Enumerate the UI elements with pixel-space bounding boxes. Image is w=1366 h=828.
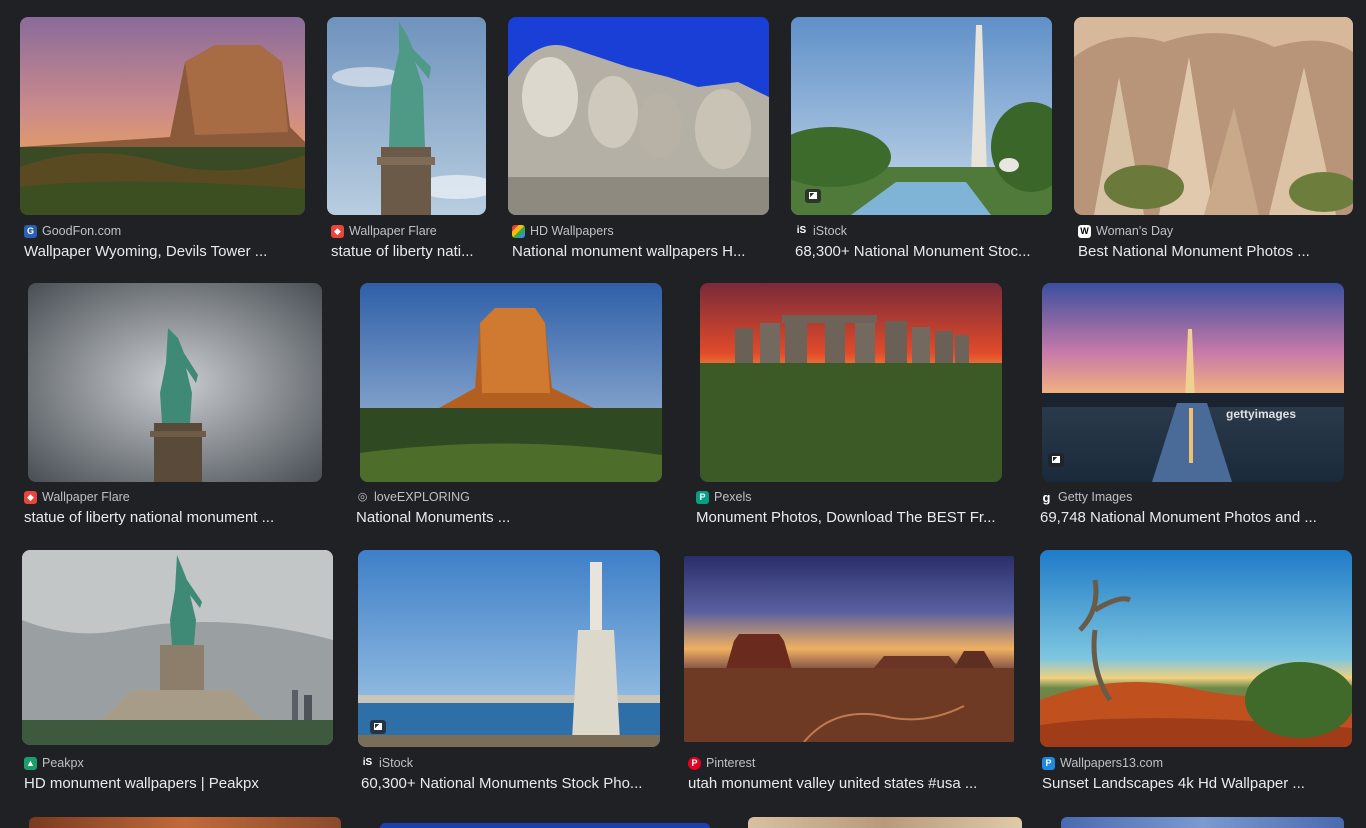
result-title[interactable]: Best National Monument Photos ... bbox=[1078, 243, 1353, 263]
image-results-grid: G GoodFon.com Wallpaper Wyoming, Devils … bbox=[0, 0, 1366, 828]
result-source-name: Wallpapers13.com bbox=[1060, 756, 1164, 770]
result-card-devils-tower-2[interactable]: ◎ loveEXPLORING National Monuments ... bbox=[352, 283, 664, 533]
result-source-name: Woman's Day bbox=[1096, 224, 1174, 238]
result-source-name: Getty Images bbox=[1058, 490, 1133, 504]
result-card-cabrillo-monument[interactable]: iS iStock 60,300+ National Monuments Sto… bbox=[357, 550, 663, 800]
result-card-colorado-monument[interactable]: P Wallpapers13.com Sunset Landscapes 4k … bbox=[1038, 550, 1356, 800]
result-title[interactable]: statue of liberty national monument ... bbox=[24, 509, 324, 529]
result-title[interactable]: Monument Photos, Download The BEST Fr... bbox=[696, 509, 1030, 529]
result-source-name: Peakpx bbox=[42, 756, 84, 770]
result-source: HD Wallpapers bbox=[512, 223, 614, 239]
result-title[interactable]: 60,300+ National Monuments Stock Pho... bbox=[361, 775, 661, 795]
result-thumbnail[interactable] bbox=[360, 283, 662, 482]
result-title[interactable]: National Monuments ... bbox=[356, 509, 656, 529]
result-card-devils-tower[interactable]: G GoodFon.com Wallpaper Wyoming, Devils … bbox=[20, 17, 310, 267]
result-source: G GoodFon.com bbox=[24, 223, 121, 239]
result-source-name: Pinterest bbox=[706, 756, 756, 770]
result-source: iS iStock bbox=[795, 223, 847, 239]
peakpx-icon: ▲ bbox=[24, 756, 37, 770]
image-badge-icon bbox=[370, 720, 386, 734]
wallpaper-flare-icon: ◆ bbox=[24, 490, 37, 504]
result-thumbnail[interactable] bbox=[791, 17, 1052, 215]
result-thumbnail-partial[interactable] bbox=[748, 817, 1022, 828]
result-source-name: iStock bbox=[379, 756, 414, 770]
result-title[interactable]: utah monument valley united states #usa … bbox=[688, 775, 1018, 795]
result-source-name: Wallpaper Flare bbox=[42, 490, 130, 504]
result-thumbnail[interactable] bbox=[684, 556, 1014, 742]
result-source: ▲ Peakpx bbox=[24, 755, 84, 771]
istock-icon: iS bbox=[361, 756, 374, 770]
result-source: g Getty Images bbox=[1040, 489, 1133, 505]
result-source: ◆ Wallpaper Flare bbox=[24, 489, 130, 505]
getty-images-icon: g bbox=[1042, 489, 1051, 505]
result-source-name: HD Wallpapers bbox=[530, 224, 614, 238]
result-card-statue-of-liberty-island[interactable]: ▲ Peakpx HD monument wallpapers | Peakpx bbox=[20, 550, 335, 800]
result-thumbnail[interactable] bbox=[22, 550, 333, 745]
result-thumbnail[interactable] bbox=[508, 17, 769, 215]
globe-icon: ◎ bbox=[357, 490, 368, 503]
result-title[interactable]: 68,300+ National Monument Stoc... bbox=[795, 243, 1050, 263]
result-thumbnail[interactable] bbox=[327, 17, 486, 215]
result-card-washington-monument[interactable]: iS iStock 68,300+ National Monument Stoc… bbox=[791, 17, 1056, 267]
wallpaper-flare-icon: ◆ bbox=[331, 224, 344, 238]
result-card-stonehenge[interactable]: P Pexels Monument Photos, Download The B… bbox=[692, 283, 1030, 533]
result-title[interactable]: Wallpaper Wyoming, Devils Tower ... bbox=[24, 243, 306, 263]
result-thumbnail[interactable] bbox=[1040, 550, 1352, 747]
result-card-washington-monument-night[interactable]: gettyimages g Getty Images 69,748 Nation… bbox=[1036, 283, 1348, 533]
result-thumbnail[interactable] bbox=[20, 17, 305, 215]
pexels-icon: P bbox=[696, 490, 709, 504]
result-thumbnail[interactable]: gettyimages bbox=[1042, 283, 1344, 482]
result-title[interactable]: statue of liberty nati... bbox=[331, 243, 487, 263]
result-source: ◆ Wallpaper Flare bbox=[331, 223, 437, 239]
result-title[interactable]: 69,748 National Monument Photos and ... bbox=[1040, 509, 1345, 529]
result-source-name: loveEXPLORING bbox=[374, 490, 470, 504]
result-card-statue-of-liberty-cloudy[interactable]: ◆ Wallpaper Flare statue of liberty nati… bbox=[20, 283, 325, 533]
goodfon-icon: G bbox=[24, 224, 37, 238]
result-thumbnail-partial[interactable] bbox=[29, 817, 341, 828]
result-source: P Pexels bbox=[696, 489, 752, 505]
image-badge-icon bbox=[805, 189, 821, 203]
result-thumbnail[interactable] bbox=[700, 283, 1002, 482]
result-source: W Woman's Day bbox=[1078, 223, 1173, 239]
result-card-statue-of-liberty[interactable]: ◆ Wallpaper Flare statue of liberty nati… bbox=[327, 17, 492, 267]
result-thumbnail-partial[interactable] bbox=[1061, 817, 1344, 828]
result-card-monument-valley[interactable]: P Pinterest utah monument valley united … bbox=[684, 550, 1019, 800]
result-card-kasha-katuwe[interactable]: W Woman's Day Best National Monument Pho… bbox=[1074, 17, 1359, 267]
result-source-name: Wallpaper Flare bbox=[349, 224, 437, 238]
getty-images-watermark: gettyimages bbox=[1226, 407, 1297, 421]
womans-day-icon: W bbox=[1078, 224, 1091, 238]
result-title[interactable]: HD monument wallpapers | Peakpx bbox=[24, 775, 334, 795]
result-source: P Wallpapers13.com bbox=[1042, 755, 1163, 771]
result-card-mount-rushmore[interactable]: HD Wallpapers National monument wallpape… bbox=[508, 17, 773, 267]
result-source: ◎ loveEXPLORING bbox=[356, 489, 470, 505]
result-thumbnail[interactable] bbox=[1074, 17, 1353, 215]
result-source: iS iStock bbox=[361, 755, 413, 771]
result-source-name: iStock bbox=[813, 224, 848, 238]
result-source-name: Pexels bbox=[714, 490, 752, 504]
hd-wallpapers-icon bbox=[512, 224, 525, 238]
result-thumbnail[interactable] bbox=[358, 550, 660, 747]
result-title[interactable]: Sunset Landscapes 4k Hd Wallpaper ... bbox=[1042, 775, 1354, 795]
result-source: P Pinterest bbox=[688, 755, 755, 771]
istock-icon: iS bbox=[795, 224, 808, 238]
result-source-name: GoodFon.com bbox=[42, 224, 122, 238]
image-badge-icon bbox=[1048, 453, 1064, 467]
wallpapers13-icon: P bbox=[1042, 756, 1055, 770]
pinterest-icon: P bbox=[688, 756, 701, 770]
result-thumbnail-partial[interactable] bbox=[380, 823, 710, 828]
result-title[interactable]: National monument wallpapers H... bbox=[512, 243, 767, 263]
result-thumbnail[interactable] bbox=[28, 283, 322, 482]
